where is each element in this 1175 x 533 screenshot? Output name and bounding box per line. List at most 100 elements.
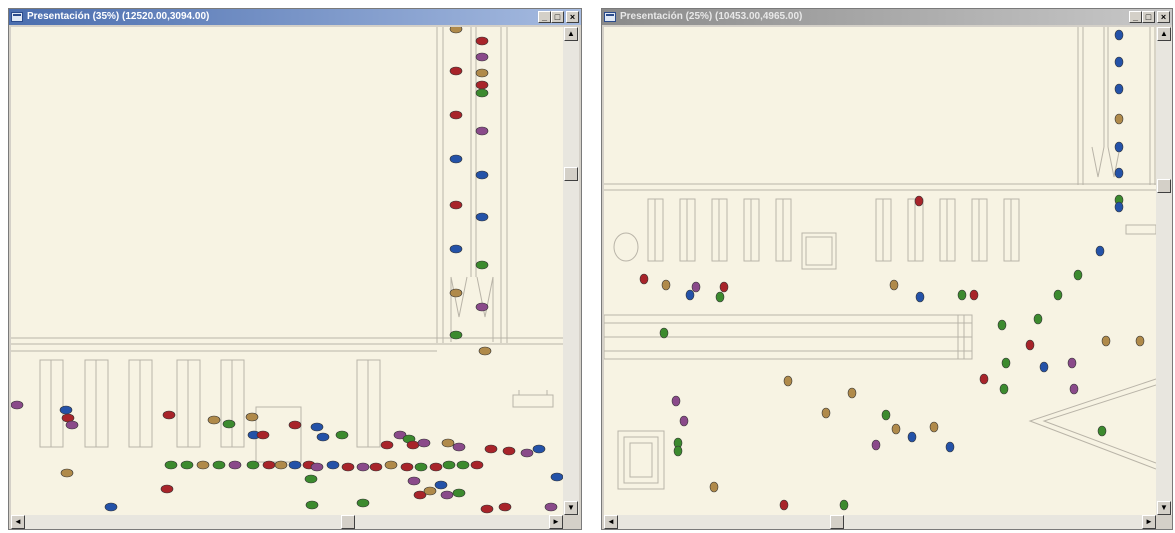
pedestrian-agent-icon	[442, 460, 456, 470]
pedestrian-agent-icon	[502, 446, 516, 456]
vertical-scrollbar[interactable]: ▲ ▼	[563, 27, 579, 515]
pedestrian-agent-icon	[914, 195, 924, 207]
pedestrian-agent-icon	[475, 260, 489, 270]
title-bar[interactable]: Presentación (25%) (10453.00,4965.00) _ …	[602, 9, 1172, 25]
resize-grip[interactable]	[563, 515, 577, 529]
vertical-scrollbar[interactable]: ▲ ▼	[1156, 27, 1172, 515]
pedestrian-agent-icon	[532, 444, 546, 454]
pedestrian-agent-icon	[452, 488, 466, 498]
horizontal-scroll-thumb[interactable]	[830, 515, 844, 529]
scroll-up-button[interactable]: ▲	[1157, 27, 1171, 41]
pedestrian-agent-icon	[484, 444, 498, 454]
pedestrian-agent-icon	[1039, 361, 1049, 373]
pedestrian-agent-icon	[639, 273, 649, 285]
pedestrian-agent-icon	[335, 430, 349, 440]
pedestrian-agent-icon	[11, 400, 24, 410]
pedestrian-agent-icon	[1114, 167, 1124, 179]
scroll-right-button[interactable]: ►	[549, 515, 563, 529]
horizontal-scrollbar[interactable]: ◄ ►	[604, 515, 1156, 529]
pedestrian-agent-icon	[160, 484, 174, 494]
pedestrian-agent-icon	[783, 375, 793, 387]
scroll-down-button[interactable]: ▼	[564, 501, 578, 515]
pedestrian-agent-icon	[957, 289, 967, 301]
maximize-button[interactable]: □	[1142, 11, 1155, 23]
floor-plan-view	[604, 27, 1156, 511]
scroll-left-button[interactable]: ◄	[11, 515, 25, 529]
pedestrian-agent-icon	[104, 502, 118, 512]
app-icon	[604, 12, 616, 22]
pedestrian-agent-icon	[475, 80, 489, 90]
maximize-button[interactable]: □	[551, 11, 564, 23]
vertical-scroll-thumb[interactable]	[564, 167, 578, 181]
pedestrian-agent-icon	[256, 430, 270, 440]
pedestrian-agent-icon	[59, 405, 73, 415]
simulation-canvas[interactable]	[604, 27, 1156, 515]
pedestrian-agent-icon	[380, 440, 394, 450]
pedestrian-agent-icon	[475, 302, 489, 312]
pedestrian-agent-icon	[1114, 141, 1124, 153]
pedestrian-agent-icon	[1114, 83, 1124, 95]
close-button[interactable]: ×	[566, 11, 579, 23]
pedestrian-agent-icon	[470, 460, 484, 470]
scroll-right-button[interactable]: ►	[1142, 515, 1156, 529]
pedestrian-agent-icon	[1069, 383, 1079, 395]
minimize-button[interactable]: _	[1129, 11, 1142, 23]
pedestrian-agent-icon	[212, 460, 226, 470]
pedestrian-agent-icon	[222, 419, 236, 429]
pedestrian-agent-icon	[434, 480, 448, 490]
scroll-left-button[interactable]: ◄	[604, 515, 618, 529]
pedestrian-agent-icon	[228, 460, 242, 470]
pedestrian-agent-icon	[400, 462, 414, 472]
presentation-window-left[interactable]: Presentación (35%) (12520.00,3094.00) _ …	[8, 8, 582, 530]
minimize-button[interactable]: _	[538, 11, 551, 23]
pedestrian-agent-icon	[304, 474, 318, 484]
pedestrian-agent-icon	[305, 500, 319, 510]
pedestrian-agent-icon	[316, 432, 330, 442]
pedestrian-agent-icon	[417, 438, 431, 448]
pedestrian-agent-icon	[871, 439, 881, 451]
pedestrian-agent-icon	[1101, 335, 1111, 347]
pedestrian-agent-icon	[207, 415, 221, 425]
pedestrian-agent-icon	[685, 289, 695, 301]
pedestrian-agent-icon	[847, 387, 857, 399]
presentation-window-right[interactable]: Presentación (25%) (10453.00,4965.00) _ …	[601, 8, 1173, 530]
pedestrian-agent-icon	[274, 460, 288, 470]
app-icon	[11, 12, 23, 22]
pedestrian-agent-icon	[162, 410, 176, 420]
pedestrian-agent-icon	[1114, 56, 1124, 68]
pedestrian-agent-icon	[997, 319, 1007, 331]
pedestrian-agent-icon	[544, 502, 558, 512]
horizontal-scrollbar[interactable]: ◄ ►	[11, 515, 563, 529]
pedestrian-agent-icon	[452, 442, 466, 452]
pedestrian-agent-icon	[475, 68, 489, 78]
pedestrian-agent-icon	[414, 462, 428, 472]
pedestrian-agent-icon	[671, 395, 681, 407]
title-bar[interactable]: Presentación (35%) (12520.00,3094.00) _ …	[9, 9, 581, 25]
pedestrian-agent-icon	[288, 460, 302, 470]
pedestrian-agent-icon	[1114, 29, 1124, 41]
pedestrian-agent-icon	[449, 154, 463, 164]
pedestrian-agent-icon	[406, 440, 420, 450]
pedestrian-agent-icon	[456, 460, 470, 470]
close-button[interactable]: ×	[1157, 11, 1170, 23]
pedestrian-agent-icon	[449, 288, 463, 298]
pedestrian-agent-icon	[449, 110, 463, 120]
pedestrian-agent-icon	[310, 462, 324, 472]
pedestrian-agent-icon	[60, 468, 74, 478]
pedestrian-agent-icon	[246, 460, 260, 470]
pedestrian-agent-icon	[999, 383, 1009, 395]
scroll-up-button[interactable]: ▲	[564, 27, 578, 41]
pedestrian-agent-icon	[661, 279, 671, 291]
pedestrian-agent-icon	[180, 460, 194, 470]
pedestrian-agent-icon	[889, 279, 899, 291]
pedestrian-agent-icon	[1135, 335, 1145, 347]
pedestrian-agent-icon	[1033, 313, 1043, 325]
scroll-down-button[interactable]: ▼	[1157, 501, 1171, 515]
horizontal-scroll-thumb[interactable]	[341, 515, 355, 529]
resize-grip[interactable]	[1156, 515, 1170, 529]
pedestrian-agent-icon	[475, 52, 489, 62]
simulation-canvas[interactable]	[11, 27, 563, 515]
pedestrian-agent-icon	[891, 423, 901, 435]
pedestrian-agent-icon	[475, 212, 489, 222]
vertical-scroll-thumb[interactable]	[1157, 179, 1171, 193]
